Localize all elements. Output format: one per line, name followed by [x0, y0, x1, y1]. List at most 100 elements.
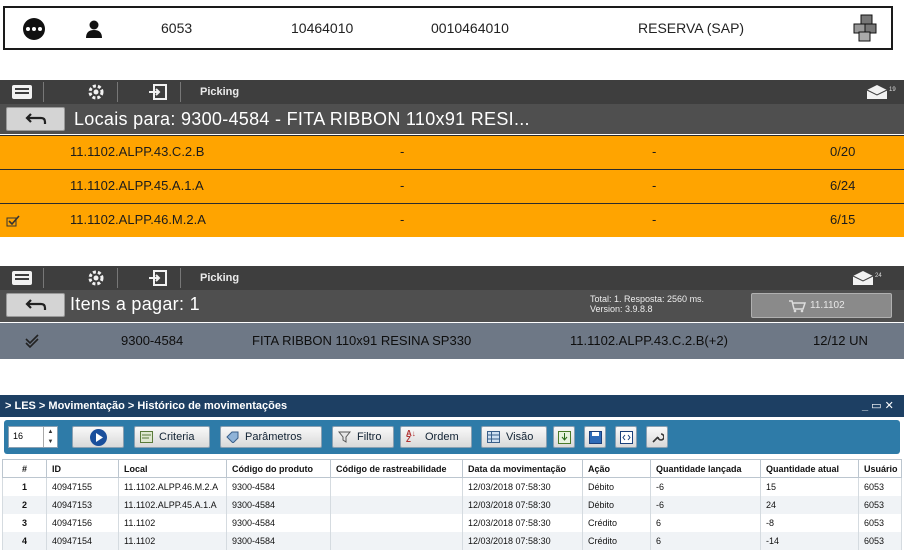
col-header[interactable]: #: [2, 459, 47, 478]
code-button[interactable]: [615, 426, 637, 448]
cell-qty-posted: -6: [650, 495, 761, 514]
cell-user: 6053: [858, 531, 902, 550]
boxes-icon[interactable]: [851, 14, 881, 42]
reservation-row[interactable]: 6053 10464010 0010464010 RESERVA (SAP): [3, 6, 893, 50]
export-button[interactable]: [553, 426, 575, 448]
visao-label: Visão: [506, 431, 534, 443]
sap-number: 0010464010: [431, 20, 509, 36]
table-row[interactable]: 4 40947154 11.1102 9300-4584 12/03/2018 …: [2, 531, 902, 550]
back-button[interactable]: [6, 293, 65, 317]
cell-date: 12/03/2018 07:58:30: [462, 531, 583, 550]
double-check-icon: [25, 334, 39, 348]
pending-item-row[interactable]: 9300-4584 FITA RIBBON 110x91 RESINA SP33…: [0, 323, 904, 359]
item-code: 9300-4584: [121, 333, 184, 348]
visao-button[interactable]: Visão: [481, 426, 547, 448]
run-button[interactable]: [72, 426, 124, 448]
location-row[interactable]: 11.1102.ALPP.45.A.1.A - - 6/24: [0, 169, 904, 203]
ordem-button[interactable]: A↓ Z Ordem: [400, 426, 472, 448]
table-row[interactable]: 2 40947153 11.1102.ALPP.45.A.1.A 9300-45…: [2, 495, 902, 514]
picking-title-bar: Itens a pagar: 1 Total: 1. Resposta: 256…: [0, 290, 904, 322]
row-number: 3: [2, 513, 47, 532]
tag-icon: [226, 431, 239, 443]
col-header[interactable]: Quantidade lançada: [650, 459, 761, 478]
cell-trace: [330, 495, 463, 514]
criteria-button[interactable]: Criteria: [134, 426, 210, 448]
cell-product: 9300-4584: [226, 513, 331, 532]
inbox-icon[interactable]: [852, 270, 874, 286]
cell-trace: [330, 513, 463, 532]
login-icon[interactable]: [137, 268, 181, 288]
item-description: FITA RIBBON 110x91 RESINA SP330: [252, 333, 472, 348]
col-header[interactable]: Código do produto: [226, 459, 331, 478]
page-size-stepper[interactable]: 16 ▲ ▼: [8, 426, 58, 448]
tab-picking[interactable]: Picking: [200, 266, 239, 290]
parametros-button[interactable]: Parâmetros: [220, 426, 322, 448]
window-controls[interactable]: _ ▭ ✕: [862, 395, 894, 417]
reservation-number: 10464010: [291, 20, 354, 36]
location-col2: -: [652, 212, 657, 227]
page-title: Itens a pagar: 1: [70, 294, 200, 314]
more-icon[interactable]: [23, 18, 45, 40]
cell-id: 40947154: [46, 531, 119, 550]
save-button[interactable]: [584, 426, 606, 448]
cell-id: 40947153: [46, 495, 119, 514]
parametros-label: Parâmetros: [245, 431, 302, 443]
settings-button[interactable]: [646, 426, 668, 448]
location-qty: 6/24: [830, 178, 856, 193]
inbox-icon[interactable]: [866, 84, 888, 100]
code-icon: [620, 431, 633, 444]
col-header[interactable]: Local: [118, 459, 227, 478]
cell-date: 12/03/2018 07:58:30: [462, 477, 583, 496]
version-info: Version: 3.9.8.8: [590, 304, 653, 314]
tab-picking[interactable]: Picking: [200, 80, 239, 104]
filtro-button[interactable]: Filtro: [332, 426, 394, 448]
cell-date: 12/03/2018 07:58:30: [462, 513, 583, 532]
menu-icon[interactable]: [0, 82, 44, 102]
cell-qty-posted: -6: [650, 477, 761, 496]
col-header[interactable]: Usuário: [858, 459, 902, 478]
cell-qty-current: -14: [760, 531, 859, 550]
back-button[interactable]: [6, 107, 65, 131]
location-col1: -: [400, 178, 405, 193]
export-icon: [558, 431, 571, 444]
filter-icon: [338, 431, 351, 443]
col-header[interactable]: Código de rastreabilidade: [330, 459, 463, 478]
location-qty: 6/15: [830, 212, 856, 227]
location-qty: 0/20: [830, 144, 856, 159]
criteria-label: Criteria: [159, 431, 195, 443]
cell-qty-current: -8: [760, 513, 859, 532]
location-row[interactable]: 11.1102.ALPP.43.C.2.B - - 0/20: [0, 135, 904, 169]
cell-local: 11.1102.ALPP.45.A.1.A: [118, 495, 227, 514]
table-row[interactable]: 1 40947155 11.1102.ALPP.46.M.2.A 9300-45…: [2, 477, 902, 496]
back-arrow-icon: [25, 113, 47, 124]
cell-user: 6053: [858, 513, 902, 532]
cell-qty-posted: 6: [650, 531, 761, 550]
save-icon: [589, 431, 602, 444]
settings-icon[interactable]: [74, 268, 118, 288]
cart-button[interactable]: 11.1102: [751, 293, 892, 318]
row-number: 4: [2, 531, 47, 550]
ordem-label: Ordem: [425, 431, 459, 443]
col-header[interactable]: Quantidade atual: [760, 459, 859, 478]
cell-action: Débito: [582, 477, 651, 496]
location-code: 11.1102.ALPP.46.M.2.A: [70, 212, 206, 227]
notification-count: 19: [889, 87, 896, 93]
table-row[interactable]: 3 40947156 11.1102 9300-4584 12/03/2018 …: [2, 513, 902, 532]
sort-az-icon: A↓ Z: [406, 429, 416, 444]
col-header[interactable]: ID: [46, 459, 119, 478]
user-icon: [86, 20, 102, 38]
cell-qty-posted: 6: [650, 513, 761, 532]
location-row[interactable]: 11.1102.ALPP.46.M.2.A - - 6/15: [0, 203, 904, 237]
row-number: 2: [2, 495, 47, 514]
checked-icon[interactable]: [6, 215, 20, 227]
stepper-arrows-icon[interactable]: ▲ ▼: [43, 427, 57, 447]
cell-qty-current: 15: [760, 477, 859, 496]
login-icon[interactable]: [137, 82, 181, 102]
col-header[interactable]: Data da movimentação: [462, 459, 583, 478]
settings-icon[interactable]: [74, 82, 118, 102]
cart-icon: [789, 300, 806, 313]
picking-toolbar: Picking 24: [0, 266, 904, 290]
col-header[interactable]: Ação: [582, 459, 651, 478]
menu-icon[interactable]: [0, 268, 44, 288]
location-col1: -: [400, 212, 405, 227]
